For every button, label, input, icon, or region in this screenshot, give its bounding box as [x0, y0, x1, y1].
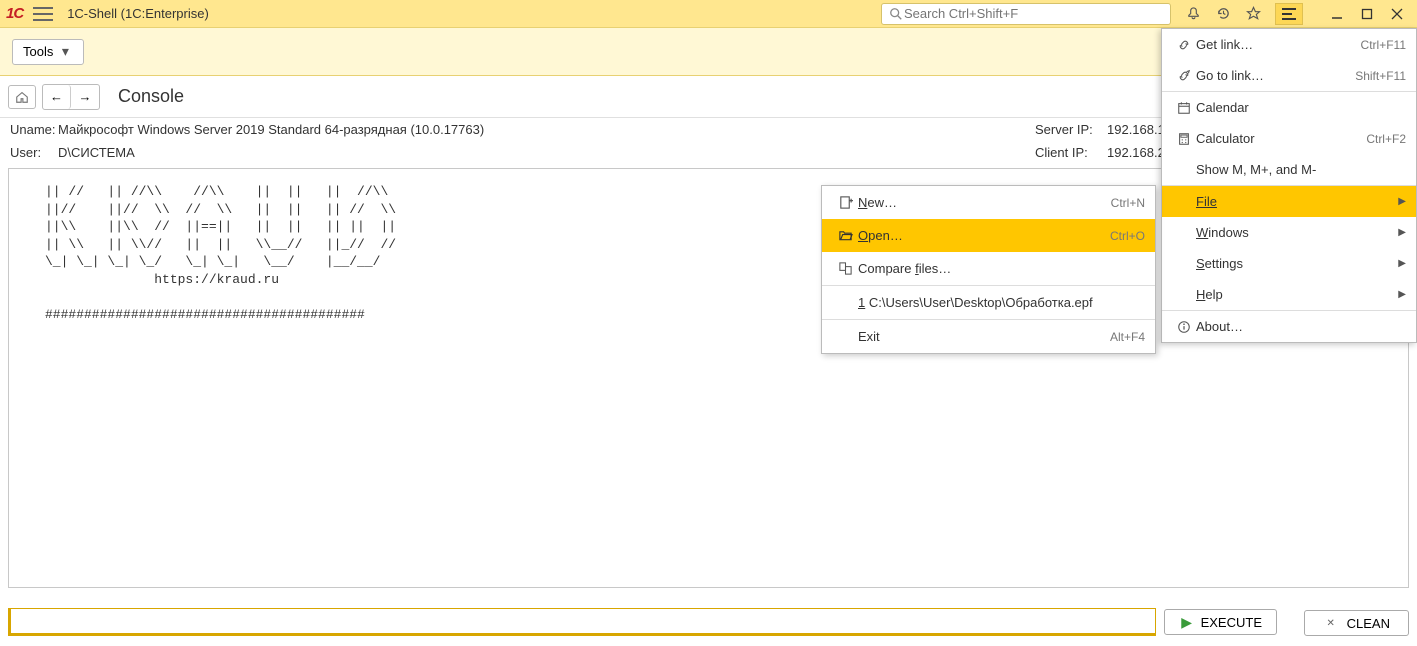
menu-file[interactable]: File▶ — [1162, 186, 1416, 217]
hamburger-icon[interactable] — [33, 7, 53, 21]
chevron-right-icon: ▶ — [1398, 227, 1406, 238]
main-menu-button[interactable] — [1275, 3, 1303, 25]
info-icon — [1172, 320, 1196, 334]
menu-about[interactable]: About… — [1162, 311, 1416, 342]
logo-1c: 1C — [6, 5, 23, 22]
uname-value: Майкрософт Windows Server 2019 Standard … — [58, 122, 1035, 137]
window-title: 1C-Shell (1C:Enterprise) — [67, 6, 209, 21]
chevron-right-icon: ▶ — [1398, 258, 1406, 269]
maximize-button[interactable] — [1359, 6, 1375, 22]
menu-calendar[interactable]: Calendar — [1162, 92, 1416, 123]
play-icon: ▶ — [1179, 614, 1195, 630]
home-button[interactable] — [8, 85, 36, 109]
calendar-icon — [1172, 101, 1196, 115]
file-open[interactable]: Open…Ctrl+O — [822, 219, 1155, 252]
file-recent-1[interactable]: 1 C:\Users\User\Desktop\Обработка.epf — [822, 286, 1155, 319]
goto-link-icon — [1172, 69, 1196, 83]
calculator-icon — [1172, 132, 1196, 146]
file-exit[interactable]: ExitAlt+F4 — [822, 320, 1155, 353]
page-title: Console — [118, 86, 184, 107]
execute-button[interactable]: ▶ EXECUTE — [1164, 609, 1277, 635]
compare-icon — [832, 261, 858, 276]
search-input[interactable] — [904, 6, 1164, 21]
history-icon[interactable] — [1215, 6, 1231, 22]
tools-button[interactable]: Tools ▾ — [12, 39, 84, 65]
uname-label: Uname: — [10, 122, 58, 137]
command-bar: ▶ EXECUTE — [8, 608, 1277, 636]
clean-button[interactable]: ✕ CLEAN — [1304, 610, 1409, 636]
chevron-right-icon: ▶ — [1398, 289, 1406, 300]
back-button[interactable]: ← — [43, 85, 71, 109]
minimize-button[interactable] — [1329, 6, 1345, 22]
link-icon — [1172, 38, 1196, 52]
main-menu-dropdown: Get link…Ctrl+F11 Go to link…Shift+F11 C… — [1161, 28, 1417, 343]
open-folder-icon — [832, 228, 858, 243]
menu-help[interactable]: Help▶ — [1162, 279, 1416, 310]
chevron-down-icon: ▾ — [57, 44, 73, 60]
search-icon — [888, 6, 904, 22]
forward-button[interactable]: → — [71, 85, 99, 109]
star-icon[interactable] — [1245, 6, 1261, 22]
file-new[interactable]: New…Ctrl+N — [822, 186, 1155, 219]
menu-get-link[interactable]: Get link…Ctrl+F11 — [1162, 29, 1416, 60]
menu-show-m[interactable]: Show M, M+, and M- — [1162, 154, 1416, 185]
command-input[interactable] — [8, 608, 1156, 636]
server-ip-label: Server IP: — [1035, 122, 1107, 137]
file-submenu: New…Ctrl+N Open…Ctrl+O Compare files… 1 … — [821, 185, 1156, 354]
menu-go-to-link[interactable]: Go to link…Shift+F11 — [1162, 60, 1416, 91]
menu-calculator[interactable]: CalculatorCtrl+F2 — [1162, 123, 1416, 154]
new-file-icon — [832, 195, 858, 210]
file-compare[interactable]: Compare files… — [822, 252, 1155, 285]
bell-icon[interactable] — [1185, 6, 1201, 22]
user-value: D\СИСТЕМА — [58, 145, 1035, 160]
search-box[interactable] — [881, 3, 1171, 25]
user-label: User: — [10, 145, 58, 160]
close-button[interactable] — [1389, 6, 1405, 22]
chevron-right-icon: ▶ — [1398, 196, 1406, 207]
titlebar: 1C 1C-Shell (1C:Enterprise) — [0, 0, 1417, 28]
menu-settings[interactable]: Settings▶ — [1162, 248, 1416, 279]
x-icon: ✕ — [1323, 615, 1339, 631]
menu-windows[interactable]: Windows▶ — [1162, 217, 1416, 248]
client-ip-label: Client IP: — [1035, 145, 1107, 160]
